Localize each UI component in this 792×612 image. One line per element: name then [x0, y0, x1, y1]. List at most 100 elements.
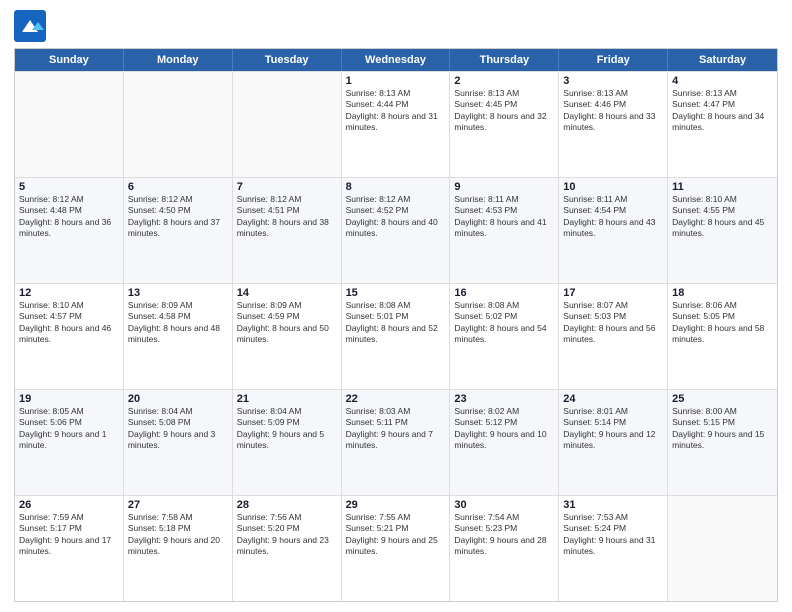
day-cell: 25Sunrise: 8:00 AMSunset: 5:15 PMDayligh…: [668, 390, 777, 495]
day-cell: 14Sunrise: 8:09 AMSunset: 4:59 PMDayligh…: [233, 284, 342, 389]
day-number: 1: [346, 75, 446, 87]
day-cell: 20Sunrise: 8:04 AMSunset: 5:08 PMDayligh…: [124, 390, 233, 495]
day-info: Sunrise: 8:11 AMSunset: 4:54 PMDaylight:…: [563, 194, 663, 240]
day-cell: 8Sunrise: 8:12 AMSunset: 4:52 PMDaylight…: [342, 178, 451, 283]
day-number: 18: [672, 287, 773, 299]
day-info: Sunrise: 8:07 AMSunset: 5:03 PMDaylight:…: [563, 300, 663, 346]
day-cell: 5Sunrise: 8:12 AMSunset: 4:48 PMDaylight…: [15, 178, 124, 283]
day-info: Sunrise: 8:12 AMSunset: 4:50 PMDaylight:…: [128, 194, 228, 240]
calendar: SundayMondayTuesdayWednesdayThursdayFrid…: [14, 48, 778, 602]
day-cell: 23Sunrise: 8:02 AMSunset: 5:12 PMDayligh…: [450, 390, 559, 495]
day-info: Sunrise: 7:59 AMSunset: 5:17 PMDaylight:…: [19, 512, 119, 558]
page: SundayMondayTuesdayWednesdayThursdayFrid…: [0, 0, 792, 612]
day-of-week-header: Tuesday: [233, 49, 342, 71]
day-number: 7: [237, 181, 337, 193]
empty-cell: [668, 496, 777, 601]
day-info: Sunrise: 8:05 AMSunset: 5:06 PMDaylight:…: [19, 406, 119, 452]
day-number: 24: [563, 393, 663, 405]
day-info: Sunrise: 8:10 AMSunset: 4:55 PMDaylight:…: [672, 194, 773, 240]
day-info: Sunrise: 8:13 AMSunset: 4:47 PMDaylight:…: [672, 88, 773, 134]
day-number: 22: [346, 393, 446, 405]
day-of-week-header: Thursday: [450, 49, 559, 71]
day-number: 21: [237, 393, 337, 405]
day-info: Sunrise: 7:54 AMSunset: 5:23 PMDaylight:…: [454, 512, 554, 558]
day-cell: 4Sunrise: 8:13 AMSunset: 4:47 PMDaylight…: [668, 72, 777, 177]
calendar-week-row: 12Sunrise: 8:10 AMSunset: 4:57 PMDayligh…: [15, 283, 777, 389]
day-number: 20: [128, 393, 228, 405]
day-number: 14: [237, 287, 337, 299]
day-cell: 30Sunrise: 7:54 AMSunset: 5:23 PMDayligh…: [450, 496, 559, 601]
day-info: Sunrise: 7:53 AMSunset: 5:24 PMDaylight:…: [563, 512, 663, 558]
day-info: Sunrise: 8:09 AMSunset: 4:59 PMDaylight:…: [237, 300, 337, 346]
day-info: Sunrise: 8:03 AMSunset: 5:11 PMDaylight:…: [346, 406, 446, 452]
day-cell: 29Sunrise: 7:55 AMSunset: 5:21 PMDayligh…: [342, 496, 451, 601]
day-info: Sunrise: 8:10 AMSunset: 4:57 PMDaylight:…: [19, 300, 119, 346]
day-cell: 18Sunrise: 8:06 AMSunset: 5:05 PMDayligh…: [668, 284, 777, 389]
day-number: 11: [672, 181, 773, 193]
day-number: 26: [19, 499, 119, 511]
day-number: 17: [563, 287, 663, 299]
day-number: 16: [454, 287, 554, 299]
day-cell: 9Sunrise: 8:11 AMSunset: 4:53 PMDaylight…: [450, 178, 559, 283]
day-info: Sunrise: 8:11 AMSunset: 4:53 PMDaylight:…: [454, 194, 554, 240]
day-number: 27: [128, 499, 228, 511]
day-info: Sunrise: 8:09 AMSunset: 4:58 PMDaylight:…: [128, 300, 228, 346]
day-number: 13: [128, 287, 228, 299]
header: [14, 10, 778, 42]
empty-cell: [15, 72, 124, 177]
day-cell: 24Sunrise: 8:01 AMSunset: 5:14 PMDayligh…: [559, 390, 668, 495]
day-number: 19: [19, 393, 119, 405]
day-info: Sunrise: 8:12 AMSunset: 4:48 PMDaylight:…: [19, 194, 119, 240]
day-info: Sunrise: 7:58 AMSunset: 5:18 PMDaylight:…: [128, 512, 228, 558]
day-number: 25: [672, 393, 773, 405]
day-number: 29: [346, 499, 446, 511]
calendar-week-row: 1Sunrise: 8:13 AMSunset: 4:44 PMDaylight…: [15, 71, 777, 177]
day-info: Sunrise: 8:06 AMSunset: 5:05 PMDaylight:…: [672, 300, 773, 346]
day-cell: 12Sunrise: 8:10 AMSunset: 4:57 PMDayligh…: [15, 284, 124, 389]
day-of-week-header: Saturday: [668, 49, 777, 71]
day-of-week-header: Monday: [124, 49, 233, 71]
day-number: 28: [237, 499, 337, 511]
day-info: Sunrise: 8:12 AMSunset: 4:52 PMDaylight:…: [346, 194, 446, 240]
day-info: Sunrise: 7:56 AMSunset: 5:20 PMDaylight:…: [237, 512, 337, 558]
day-info: Sunrise: 8:13 AMSunset: 4:46 PMDaylight:…: [563, 88, 663, 134]
day-cell: 31Sunrise: 7:53 AMSunset: 5:24 PMDayligh…: [559, 496, 668, 601]
calendar-header: SundayMondayTuesdayWednesdayThursdayFrid…: [15, 49, 777, 71]
day-info: Sunrise: 8:04 AMSunset: 5:09 PMDaylight:…: [237, 406, 337, 452]
day-info: Sunrise: 8:12 AMSunset: 4:51 PMDaylight:…: [237, 194, 337, 240]
day-info: Sunrise: 8:04 AMSunset: 5:08 PMDaylight:…: [128, 406, 228, 452]
day-info: Sunrise: 8:08 AMSunset: 5:01 PMDaylight:…: [346, 300, 446, 346]
day-info: Sunrise: 8:00 AMSunset: 5:15 PMDaylight:…: [672, 406, 773, 452]
day-cell: 15Sunrise: 8:08 AMSunset: 5:01 PMDayligh…: [342, 284, 451, 389]
day-info: Sunrise: 8:01 AMSunset: 5:14 PMDaylight:…: [563, 406, 663, 452]
day-info: Sunrise: 8:13 AMSunset: 4:44 PMDaylight:…: [346, 88, 446, 134]
day-cell: 19Sunrise: 8:05 AMSunset: 5:06 PMDayligh…: [15, 390, 124, 495]
day-number: 2: [454, 75, 554, 87]
day-info: Sunrise: 7:55 AMSunset: 5:21 PMDaylight:…: [346, 512, 446, 558]
day-number: 8: [346, 181, 446, 193]
calendar-week-row: 26Sunrise: 7:59 AMSunset: 5:17 PMDayligh…: [15, 495, 777, 601]
logo: [14, 10, 50, 42]
day-of-week-header: Sunday: [15, 49, 124, 71]
calendar-body: 1Sunrise: 8:13 AMSunset: 4:44 PMDaylight…: [15, 71, 777, 601]
day-of-week-header: Friday: [559, 49, 668, 71]
day-number: 12: [19, 287, 119, 299]
day-cell: 22Sunrise: 8:03 AMSunset: 5:11 PMDayligh…: [342, 390, 451, 495]
day-cell: 13Sunrise: 8:09 AMSunset: 4:58 PMDayligh…: [124, 284, 233, 389]
day-cell: 10Sunrise: 8:11 AMSunset: 4:54 PMDayligh…: [559, 178, 668, 283]
day-info: Sunrise: 8:13 AMSunset: 4:45 PMDaylight:…: [454, 88, 554, 134]
day-number: 5: [19, 181, 119, 193]
calendar-week-row: 5Sunrise: 8:12 AMSunset: 4:48 PMDaylight…: [15, 177, 777, 283]
day-cell: 2Sunrise: 8:13 AMSunset: 4:45 PMDaylight…: [450, 72, 559, 177]
day-cell: 16Sunrise: 8:08 AMSunset: 5:02 PMDayligh…: [450, 284, 559, 389]
day-info: Sunrise: 8:08 AMSunset: 5:02 PMDaylight:…: [454, 300, 554, 346]
day-number: 30: [454, 499, 554, 511]
day-number: 10: [563, 181, 663, 193]
calendar-week-row: 19Sunrise: 8:05 AMSunset: 5:06 PMDayligh…: [15, 389, 777, 495]
day-cell: 3Sunrise: 8:13 AMSunset: 4:46 PMDaylight…: [559, 72, 668, 177]
empty-cell: [233, 72, 342, 177]
day-cell: 11Sunrise: 8:10 AMSunset: 4:55 PMDayligh…: [668, 178, 777, 283]
day-cell: 28Sunrise: 7:56 AMSunset: 5:20 PMDayligh…: [233, 496, 342, 601]
empty-cell: [124, 72, 233, 177]
day-cell: 6Sunrise: 8:12 AMSunset: 4:50 PMDaylight…: [124, 178, 233, 283]
